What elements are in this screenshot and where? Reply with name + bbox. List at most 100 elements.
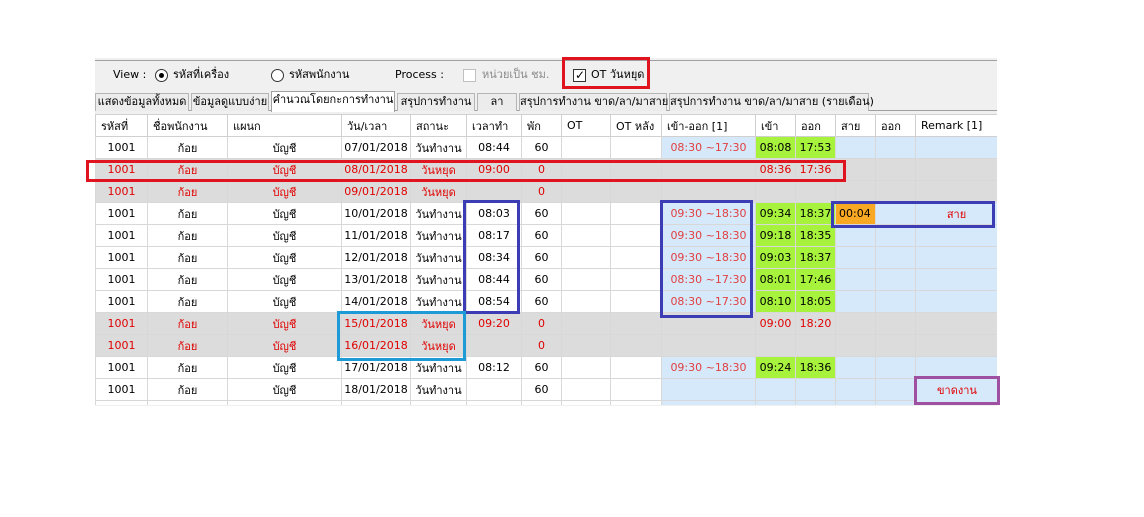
cell-dept: บัญชี <box>227 136 342 159</box>
cell-work-time: 08:54 <box>466 290 522 313</box>
cell-break: 60 <box>521 290 562 313</box>
tab-calc-by-shift[interactable]: คำนวณโดยกะการทำงาน <box>271 91 395 112</box>
table-row[interactable]: 1001 ก้อย บัญชี 08/01/2018 วันหยุด 09:00… <box>95 158 997 181</box>
table-row[interactable]: 1001 ก้อย บัญชี 09/01/2018 วันหยุด 0 <box>95 180 997 203</box>
cell-ot <box>561 312 611 335</box>
tab-absence-summary[interactable]: สรุปการทำงาน ขาด/ลา/มาสาย <box>519 93 668 111</box>
cell-ot-after <box>610 180 662 203</box>
cell-ot <box>561 268 611 291</box>
radio-employee-code[interactable] <box>271 69 284 82</box>
tab-absence-summary-monthly[interactable]: สรุปการทำงาน ขาด/ลา/มาสาย (รายเดือน) <box>669 93 874 111</box>
radio-machine-code[interactable] <box>155 69 168 82</box>
radio-machine-code-label[interactable]: รหัสที่เครื่อง <box>173 64 229 86</box>
col-header-ot[interactable]: OT <box>561 114 611 137</box>
table-row[interactable]: 1001 ก้อย บัญชี 14/01/2018 วันทำงาน 08:5… <box>95 290 997 313</box>
tab-work-summary[interactable]: สรุปการทำงาน <box>397 93 475 111</box>
table-row[interactable]: 1001 ก้อย บัญชี 11/01/2018 วันทำงาน 08:1… <box>95 224 997 247</box>
cell-ot-after <box>610 312 662 335</box>
table-row[interactable]: 1001 ก้อย บัญชี 16/01/2018 วันหยุด 0 <box>95 334 997 357</box>
col-header-in[interactable]: เข้า <box>755 114 796 137</box>
cell-late <box>835 268 876 291</box>
cell-name: ก้อย <box>147 246 228 269</box>
cell-date: 12/01/2018 <box>341 246 411 269</box>
col-header-ot-after[interactable]: OT หลัง <box>610 114 662 137</box>
cell-break: 0 <box>521 158 562 181</box>
col-header-name[interactable]: ชื่อพนักงาน <box>147 114 228 137</box>
col-header-id[interactable]: รหัสที่ <box>95 114 148 137</box>
col-header-work-time[interactable]: เวลาทำ <box>466 114 522 137</box>
cell-status: วันหยุด <box>410 180 467 203</box>
cell-break: 60 <box>521 268 562 291</box>
cell-remark <box>915 224 997 247</box>
cell-ot <box>561 356 611 379</box>
cell-date: 07/01/2018 <box>341 136 411 159</box>
table-row[interactable]: 1001 ก้อย บัญชี 15/01/2018 วันหยุด 09:20… <box>95 312 997 335</box>
tab-leave[interactable]: ลา <box>477 93 517 111</box>
table-row[interactable]: 1001 ก้อย บัญชี 07/01/2018 วันทำงาน 08:4… <box>95 136 997 159</box>
cell-remark <box>915 180 997 203</box>
cell-remark <box>915 268 997 291</box>
cell-status: วันทำงาน <box>410 268 467 291</box>
cell-date: 11/01/2018 <box>341 224 411 247</box>
col-header-dept[interactable]: แผนก <box>227 114 342 137</box>
cell-ot <box>561 334 611 357</box>
cell-early-out <box>875 378 916 401</box>
cell-status: วันทำงาน <box>410 290 467 313</box>
col-header-remark[interactable]: Remark [1] <box>915 114 997 137</box>
cell-ot <box>561 290 611 313</box>
hour-unit-label: หน่วยเป็น ชม. <box>482 68 550 81</box>
cell-remark <box>915 290 997 313</box>
cell-dept: บัญชี <box>227 290 342 313</box>
cell-shift: 08:30 ~17:30 <box>661 290 756 313</box>
col-header-break[interactable]: พัก <box>521 114 562 137</box>
cell-out: 18:05 <box>795 290 836 313</box>
cell-name: ก้อย <box>147 180 228 203</box>
cell-id: 1001 <box>95 356 148 379</box>
table-row[interactable]: 1001 ก้อย บัญชี 18/01/2018 วันทำงาน 60 <box>95 378 997 401</box>
view-options-bar: View : รหัสที่เครื่อง รหัสพนักงาน Proces… <box>95 64 997 90</box>
col-header-early-out[interactable]: ออก <box>875 114 916 137</box>
cell-shift: 09:30 ~18:30 <box>661 356 756 379</box>
cell-break: 60 <box>521 136 562 159</box>
table-row[interactable]: 1001 ก้อย บัญชี 10/01/2018 วันทำงาน 08:0… <box>95 202 997 225</box>
cell-dept: บัญชี <box>227 224 342 247</box>
cell-work-time: 08:34 <box>466 246 522 269</box>
col-header-late[interactable]: สาย <box>835 114 876 137</box>
col-header-out[interactable]: ออก <box>795 114 836 137</box>
radio-employee-code-label[interactable]: รหัสพนักงาน <box>289 64 349 86</box>
cell-id: 1001 <box>95 312 148 335</box>
ot-holiday-checkbox[interactable]: ✓ <box>573 68 586 82</box>
cell-work-time: 08:44 <box>466 136 522 159</box>
cell-date: 17/01/2018 <box>341 356 411 379</box>
col-header-shift[interactable]: เข้า-ออก [1] <box>661 114 756 137</box>
attendance-window: View : รหัสที่เครื่อง รหัสพนักงาน Proces… <box>95 58 997 406</box>
cell-id: 1001 <box>95 290 148 313</box>
table-row[interactable]: 1001 ก้อย บัญชี 12/01/2018 วันทำงาน 08:3… <box>95 246 997 269</box>
table-row[interactable]: 1001 ก้อย บัญชี 13/01/2018 วันทำงาน 08:4… <box>95 268 997 291</box>
hour-unit-checkbox[interactable] <box>463 69 476 82</box>
cell-dept: บัญชี <box>227 378 342 401</box>
cell-early-out <box>875 224 916 247</box>
cell-date: 09/01/2018 <box>341 180 411 203</box>
cell-shift: 09:30 ~18:30 <box>661 246 756 269</box>
cell-in: 08:01 <box>755 268 796 291</box>
process-label: Process : <box>395 68 444 81</box>
tab-bar: แสดงข้อมูลทั้งหมด ข้อมูลดูแบบง่าย คำนวณโ… <box>95 91 997 112</box>
cell-work-time: 08:03 <box>466 202 522 225</box>
tab-simple-view[interactable]: ข้อมูลดูแบบง่าย <box>191 93 269 111</box>
cell-break: 0 <box>521 334 562 357</box>
ot-holiday-label[interactable]: OT วันหยุด <box>591 64 644 86</box>
cell-ot <box>561 378 611 401</box>
col-header-date[interactable]: วัน/เวลา <box>341 114 411 137</box>
tab-show-all[interactable]: แสดงข้อมูลทั้งหมด <box>95 93 189 111</box>
cell-status: วันทำงาน <box>410 378 467 401</box>
cell-late <box>835 158 876 181</box>
cell-date: 16/01/2018 <box>341 334 411 357</box>
table-row[interactable]: 1001 ก้อย บัญชี 17/01/2018 วันทำงาน 08:1… <box>95 356 997 379</box>
cell-remark <box>915 378 997 401</box>
col-header-status[interactable]: สถานะ <box>410 114 467 137</box>
cell-name: ก้อย <box>147 268 228 291</box>
cell-out: 17:53 <box>795 136 836 159</box>
cell-dept: บัญชี <box>227 268 342 291</box>
cell-dept: บัญชี <box>227 202 342 225</box>
